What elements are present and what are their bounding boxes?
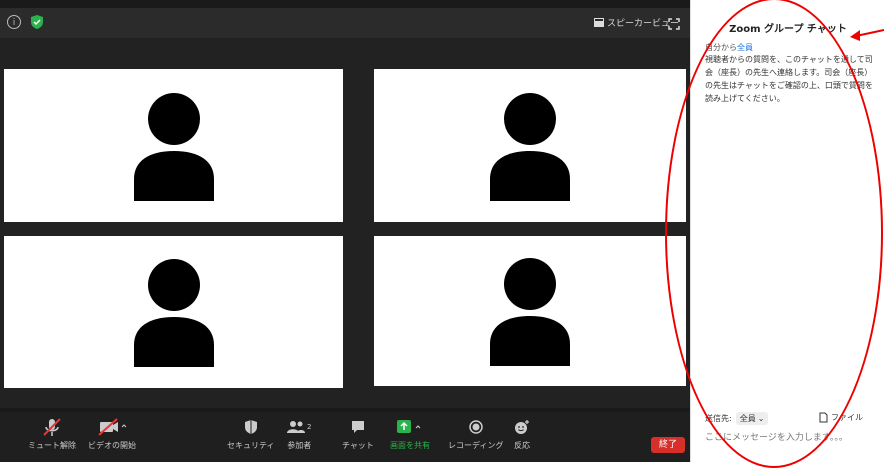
file-button[interactable]: ファイル — [819, 412, 863, 423]
muted-mic-icon — [43, 418, 61, 436]
meeting-toolbar: ミュート解除 ビデオの開始 セキュリティ 2 参加者 チャット 画面を共有 レコ… — [0, 412, 690, 462]
fullscreen-icon[interactable] — [668, 15, 680, 34]
start-video-button[interactable]: ビデオの開始 — [88, 416, 136, 451]
info-icon[interactable]: i — [7, 15, 21, 29]
unmute-button[interactable]: ミュート解除 — [28, 416, 76, 451]
security-shield-icon — [244, 420, 257, 434]
reactions-label: 反応 — [514, 441, 530, 450]
start-video-label: ビデオの開始 — [88, 441, 136, 450]
share-screen-icon — [397, 420, 421, 433]
participants-count: 2 — [307, 423, 312, 431]
send-to-label: 送信先: — [705, 414, 732, 423]
top-bar: i スピーカービュー — [0, 8, 690, 38]
participant-tile[interactable] — [374, 236, 686, 386]
annotation-arrow-icon — [850, 29, 884, 41]
chevron-down-icon: ⌄ — [757, 414, 765, 423]
share-screen-button[interactable]: 画面を共有 — [390, 416, 430, 451]
chat-from-prefix: 自分から — [705, 43, 737, 52]
reactions-button[interactable]: 反応 — [514, 416, 530, 451]
chat-bubble-icon — [351, 421, 364, 433]
record-button[interactable]: レコーディング — [448, 416, 503, 451]
send-to-row: 送信先: 全員 ⌄ — [705, 412, 769, 425]
recipient-dropdown[interactable]: 全員 ⌄ — [735, 412, 769, 425]
participants-icon — [287, 421, 305, 433]
chat-button[interactable]: チャット — [342, 416, 374, 451]
chat-sender-line: 自分から全員 — [705, 42, 753, 53]
participant-tile[interactable] — [4, 236, 343, 388]
participants-label: 参加者 — [287, 441, 312, 450]
participants-button[interactable]: 2 参加者 — [287, 416, 311, 451]
unmute-label: ミュート解除 — [28, 441, 76, 450]
file-label: ファイル — [831, 413, 863, 422]
chat-message: 視聴者からの質問を、このチャットを通して司会（座長）の先生へ連絡します。司会（座… — [705, 55, 873, 103]
meeting-window: i スピーカービュー ミュート解除 ビデオの開始 セキュリティ 2 参加者 チャ… — [0, 0, 690, 462]
end-meeting-button[interactable]: 終了 — [651, 437, 685, 453]
video-off-icon — [98, 418, 127, 436]
speaker-view-button[interactable]: スピーカービュー — [594, 16, 679, 29]
chat-panel: Zoom グループ チャット 自分から全員 視聴者からの質問を、このチャットを通… — [690, 0, 884, 462]
recipient-value: 全員 — [739, 414, 756, 423]
avatar-icon — [133, 92, 214, 201]
record-label: レコーディング — [448, 441, 504, 450]
encryption-shield-icon[interactable] — [30, 14, 44, 34]
security-label: セキュリティ — [227, 441, 275, 450]
participant-tile[interactable] — [4, 69, 343, 222]
reaction-emoji-icon — [515, 420, 529, 434]
chat-label: チャット — [342, 441, 374, 450]
share-screen-label: 画面を共有 — [390, 441, 430, 450]
speaker-view-icon — [594, 18, 604, 27]
video-grid — [0, 38, 690, 408]
avatar-icon — [490, 258, 570, 366]
chat-from-recipient[interactable]: 全員 — [737, 43, 753, 52]
avatar-icon — [490, 92, 570, 201]
security-button[interactable]: セキュリティ — [227, 416, 275, 451]
record-icon — [468, 420, 483, 434]
chat-message-input[interactable]: ここにメッセージを入力します。。。 — [705, 430, 875, 443]
avatar-icon — [133, 259, 214, 367]
file-icon — [819, 412, 828, 423]
participant-tile[interactable] — [374, 69, 686, 222]
